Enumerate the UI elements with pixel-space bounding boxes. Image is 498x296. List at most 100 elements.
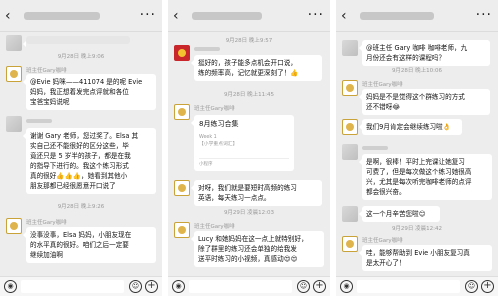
teacher-avatar[interactable] — [342, 119, 358, 135]
more-options-icon[interactable]: ··· — [308, 7, 324, 23]
message-line: 继续加油啊 — [30, 251, 63, 259]
message-bubble[interactable]: 我们9月肯定会继续练习啦👌 — [359, 119, 462, 135]
message-input[interactable] — [21, 280, 124, 293]
timestamp: 9月29日 凌晨12:42 — [391, 226, 443, 232]
card-title: 8月练习合集 — [199, 120, 239, 128]
teacher-avatar[interactable] — [342, 236, 358, 252]
sender-name: 班主任Gary咖啡 — [194, 224, 235, 230]
message-bubble[interactable]: 对呀，我们就是要短时高频的练习 英语，每天练习一点点。 — [191, 180, 322, 206]
message-bubble[interactable]: 哇，能够帮助到 Evie 小朋友复习真 是太开心了！ — [359, 245, 492, 271]
message-bubble[interactable]: 没事没事，Elsa 妈妈，小朋友现在 的水平真的很好。咱们之后一定要 继续加油啊 — [23, 227, 156, 263]
card-subtitle: Week 1 — [199, 135, 217, 140]
plus-icon[interactable]: + — [481, 280, 494, 293]
teacher-avatar[interactable] — [342, 80, 358, 96]
message-bubble[interactable]: 挺好的，孩子能多点机会开口说， 练的频率高，记忆就更深刻了！👍 — [191, 55, 322, 81]
message-line: 是太开心了！ — [366, 259, 406, 267]
avatar[interactable] — [342, 206, 358, 222]
chat-header: ‹ ··· — [168, 0, 330, 32]
sender-name-redacted — [26, 119, 52, 123]
timestamp: 9月29日 凌晨12:03 — [223, 210, 275, 216]
message-bubble[interactable]: @Evie 妈咪——411074 是的呢 Evie 妈妈，我正想着发完点评就和各… — [23, 74, 156, 110]
more-options-icon[interactable]: ··· — [140, 7, 156, 23]
plus-icon[interactable]: + — [313, 280, 326, 293]
sender-name: 班主任Gary咖啡 — [194, 106, 235, 112]
message-bubble[interactable]: @班主任 Gary 咖啡 咖啡老师，九 月份还会有这样的课程吗？ — [359, 40, 490, 66]
sender-name: 班主任Gary咖啡 — [26, 68, 67, 74]
message-line: 挺好的，孩子能多点机会开口说， — [198, 59, 297, 67]
message-line: 宝爸宝妈说呢 — [30, 98, 70, 106]
message-line: 送平时练习的小视频，真感动😍😍 — [198, 255, 298, 263]
avatar[interactable] — [174, 45, 190, 61]
plus-icon[interactable]: + — [145, 280, 158, 293]
message-line: 除了群里的练习还会单独的给我发 — [198, 245, 297, 253]
message-line: 还不错呀😂 — [366, 103, 401, 111]
message-input-bar: ◉ ☺ + — [336, 276, 498, 296]
avatar[interactable] — [342, 144, 358, 160]
voice-icon[interactable]: ◉ — [4, 280, 17, 293]
message-line: 竟还只是 5 岁半的孩子，都是在我 — [30, 152, 131, 160]
voice-icon[interactable]: ◉ — [340, 280, 353, 293]
message-line: 哇，能够帮助到 Evie 小朋友复习真 — [366, 249, 470, 257]
chat-header: ‹ ··· — [0, 0, 162, 32]
timestamp: 9月28日 晚上9:57 — [225, 38, 273, 44]
emoji-icon[interactable]: ☺ — [129, 280, 142, 293]
card-subtitle: 【小学重点词汇】 — [199, 142, 238, 147]
chat-title-redacted — [192, 12, 262, 20]
sender-name-redacted — [362, 146, 388, 150]
avatar[interactable] — [6, 116, 22, 132]
message-line: 我们9月肯定会继续练习啦👌 — [366, 123, 451, 131]
avatar[interactable] — [6, 35, 22, 51]
message-line: 兴，尤其是每次听完咖啡老师的点评 — [366, 178, 472, 186]
message-line: 妈妈是不是觉得这个群练习的方式 — [366, 93, 465, 101]
message-bubble[interactable]: 谢谢 Gary 老师，您过奖了。Elsa 其 实自己还不能很好的区分这些，毕 竟… — [23, 128, 156, 194]
message-bubble[interactable]: 妈妈是不是觉得这个群练习的方式 还不错呀😂 — [359, 89, 490, 115]
teacher-avatar[interactable] — [6, 218, 22, 234]
message-line: 对呀，我们就是要短时高频的练习 — [198, 184, 297, 192]
message-line: 实自己还不能很好的区分这些，毕 — [30, 142, 129, 150]
mini-program-card[interactable]: 8月练习合集 Week 1 【小学重点词汇】 小程序 — [191, 115, 294, 171]
card-footer: 小程序 — [199, 158, 289, 167]
teacher-avatar[interactable] — [174, 222, 190, 238]
teacher-avatar[interactable] — [6, 66, 22, 82]
message-input[interactable] — [189, 280, 292, 293]
back-arrow-icon[interactable]: ‹ — [173, 8, 179, 24]
emoji-icon[interactable]: ☺ — [465, 280, 478, 293]
chat-panel-3: ‹ ··· @班主任 Gary 咖啡 咖啡老师，九 月份还会有这样的课程吗？ 9… — [336, 0, 498, 296]
message-line: 的指导下进行的。我这个练习形式 — [30, 162, 129, 170]
message-line: 是啊，很棒！平时上完课让她复习 — [366, 158, 465, 166]
message-input-bar: ◉ ☺ + — [168, 276, 330, 296]
message-line: @班主任 Gary 咖啡 咖啡老师，九 — [366, 44, 468, 52]
back-arrow-icon[interactable]: ‹ — [341, 8, 347, 24]
message-line: 妈妈，我正想着发完点评就和各位 — [30, 88, 129, 96]
message-line: 朋友那都已经很愿意开口说了 — [30, 182, 116, 190]
chat-title-redacted — [360, 12, 434, 20]
message-line: Lucy 和她妈妈在这一点上就特别好， — [198, 235, 308, 243]
message-bubble[interactable]: 是啊，很棒！平时上完课让她复习 可费了，但是每次做这个练习她很高 兴，尤其是每次… — [359, 154, 492, 200]
teacher-avatar[interactable] — [174, 104, 190, 120]
timestamp: 9月28日 晚上11:45 — [223, 92, 275, 98]
redacted-message — [23, 36, 130, 47]
sender-name: 班主任Gary咖啡 — [362, 82, 403, 88]
emoji-icon[interactable]: ☺ — [297, 280, 310, 293]
message-line: 谢谢 Gary 老师，您过奖了。Elsa 其 — [30, 132, 139, 140]
message-line: 英语，每天练习一点点。 — [198, 194, 271, 202]
message-bubble[interactable]: 这一个月辛苦您啦😊 — [359, 206, 440, 222]
message-line: 都会很兴奋。 — [366, 188, 406, 196]
message-bubble[interactable]: Lucy 和她妈妈在这一点上就特别好， 除了群里的练习还会单独的给我发 送平时练… — [191, 231, 324, 267]
message-line: 没事没事，Elsa 妈妈，小朋友现在 — [30, 231, 132, 239]
avatar[interactable] — [342, 40, 358, 56]
message-line: 月份还会有这样的课程吗？ — [366, 54, 446, 62]
chat-header: ‹ ··· — [336, 0, 498, 32]
sender-name: 班主任Gary咖啡 — [26, 220, 67, 226]
back-arrow-icon[interactable]: ‹ — [5, 8, 11, 24]
more-options-icon[interactable]: ··· — [476, 7, 492, 23]
message-line: 这一个月辛苦您啦😊 — [366, 210, 426, 218]
timestamp: 9月28日 晚上9:06 — [57, 54, 105, 60]
teacher-avatar[interactable] — [174, 180, 190, 196]
sender-name-redacted — [194, 47, 220, 51]
chat-panel-1: ‹ ··· 9月28日 晚上9:06 班主任Gary咖啡 @Evie 妈咪——4… — [0, 0, 162, 296]
message-input[interactable] — [357, 280, 460, 293]
message-line: 的水平真的很好。咱们之后一定要 — [30, 241, 129, 249]
sender-name: 班主任Gary咖啡 — [362, 238, 403, 244]
voice-icon[interactable]: ◉ — [172, 280, 185, 293]
